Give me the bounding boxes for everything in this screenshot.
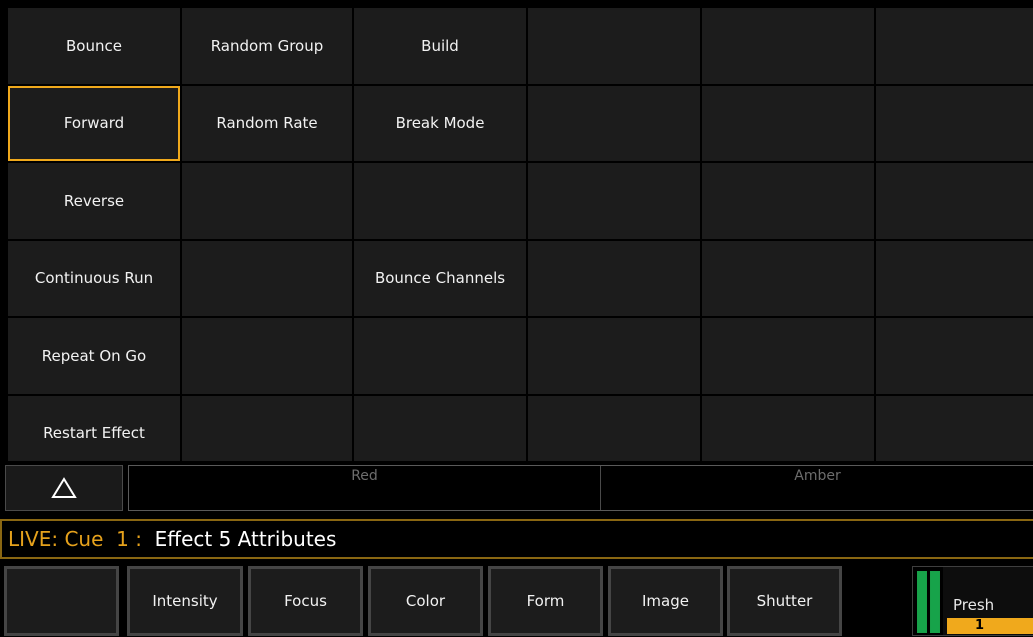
cell-label: Random Rate bbox=[216, 114, 318, 133]
cell-label: Reverse bbox=[63, 191, 125, 210]
effect-button-random-group[interactable]: Random Group bbox=[182, 8, 352, 84]
cell-label: Break Mode bbox=[395, 114, 485, 133]
empty-cell[interactable] bbox=[182, 395, 352, 471]
softkey-intensity-label: Intensity bbox=[152, 592, 218, 610]
preset-panel[interactable]: Presh 1 bbox=[943, 567, 1033, 635]
softkey-shutter-label: Shutter bbox=[756, 592, 813, 610]
softkey-color[interactable]: Color bbox=[368, 566, 483, 636]
preset-fader[interactable]: Presh 1 bbox=[912, 566, 1033, 636]
empty-cell[interactable] bbox=[354, 395, 526, 471]
encoder-amber-label: Amber bbox=[794, 468, 841, 484]
command-line[interactable]: LIVE: Cue 1 : Effect 5 Attributes bbox=[0, 519, 1033, 559]
softkey-focus[interactable]: Focus bbox=[248, 566, 363, 636]
cell-label: Bounce bbox=[66, 36, 122, 55]
empty-cell[interactable] bbox=[702, 240, 874, 316]
command-line-live: LIVE: Cue 1 : bbox=[8, 527, 155, 551]
empty-cell[interactable] bbox=[182, 318, 352, 394]
command-line-description: Effect 5 Attributes bbox=[154, 527, 337, 551]
effect-attributes-grid: Bounce Random Group Build Forward Random Rat… bbox=[8, 8, 1033, 471]
empty-cell[interactable] bbox=[528, 163, 700, 239]
softkey-bar: Intensity Focus Color Form Image Shutter… bbox=[0, 563, 1033, 637]
empty-cell[interactable] bbox=[702, 395, 874, 471]
effect-button-build[interactable]: Build bbox=[354, 8, 526, 84]
cell-label: Continuous Run bbox=[34, 269, 154, 288]
empty-cell[interactable] bbox=[528, 395, 700, 471]
empty-cell[interactable] bbox=[702, 8, 874, 84]
fader-level-fill bbox=[931, 572, 939, 632]
fader-level-bar bbox=[930, 571, 940, 633]
empty-cell[interactable] bbox=[702, 318, 874, 394]
empty-cell[interactable] bbox=[876, 8, 1033, 84]
effect-button-reverse[interactable]: Reverse bbox=[8, 163, 180, 239]
softkey-focus-label: Focus bbox=[284, 592, 327, 610]
softkey-form[interactable]: Form bbox=[488, 566, 603, 636]
softkey-form-label: Form bbox=[526, 592, 565, 610]
encoder-red-label: Red bbox=[351, 468, 378, 484]
fader-level-bar bbox=[917, 571, 927, 633]
empty-cell[interactable] bbox=[876, 85, 1033, 161]
cell-label: Build bbox=[421, 36, 459, 55]
encoder-row: Red Amber bbox=[0, 461, 1033, 515]
effect-button-continuous-run[interactable]: Continuous Run bbox=[8, 240, 180, 316]
triangle-up-icon bbox=[51, 477, 77, 498]
effect-button-break-mode[interactable]: Break Mode bbox=[354, 85, 526, 161]
softkey-shutter[interactable]: Shutter bbox=[727, 566, 842, 636]
empty-cell[interactable] bbox=[182, 240, 352, 316]
empty-cell[interactable] bbox=[876, 240, 1033, 316]
empty-cell[interactable] bbox=[528, 85, 700, 161]
effect-button-repeat-on-go[interactable]: Repeat On Go bbox=[8, 318, 180, 394]
empty-cell[interactable] bbox=[876, 318, 1033, 394]
softkey-intensity[interactable]: Intensity bbox=[127, 566, 243, 636]
empty-cell[interactable] bbox=[354, 318, 526, 394]
empty-cell[interactable] bbox=[182, 163, 352, 239]
empty-cell[interactable] bbox=[528, 240, 700, 316]
empty-cell[interactable] bbox=[528, 318, 700, 394]
softkey-image[interactable]: Image bbox=[608, 566, 723, 636]
effect-button-bounce[interactable]: Bounce bbox=[8, 8, 180, 84]
empty-cell[interactable] bbox=[702, 163, 874, 239]
softkey-blank[interactable] bbox=[4, 566, 119, 636]
cell-label: Repeat On Go bbox=[41, 346, 147, 365]
preset-number-badge: 1 bbox=[947, 618, 1033, 634]
preset-label: Presh bbox=[953, 596, 995, 614]
effect-button-bounce-channels[interactable]: Bounce Channels bbox=[354, 240, 526, 316]
empty-cell[interactable] bbox=[702, 85, 874, 161]
cell-label: Bounce Channels bbox=[374, 269, 506, 288]
empty-cell[interactable] bbox=[354, 163, 526, 239]
effect-button-restart-effect[interactable]: Restart Effect bbox=[8, 395, 180, 471]
effect-button-random-rate[interactable]: Random Rate bbox=[182, 85, 352, 161]
cell-label: Random Group bbox=[210, 36, 324, 55]
encoder-red[interactable]: Red bbox=[129, 466, 601, 510]
cell-label: Restart Effect bbox=[43, 424, 145, 443]
encoder-strip: Red Amber bbox=[128, 465, 1033, 511]
empty-cell[interactable] bbox=[528, 8, 700, 84]
empty-cell[interactable] bbox=[876, 395, 1033, 471]
effect-button-forward[interactable]: Forward bbox=[8, 85, 180, 161]
softkey-image-label: Image bbox=[642, 592, 689, 610]
empty-cell[interactable] bbox=[876, 163, 1033, 239]
fader-level-fill bbox=[918, 572, 926, 632]
cell-label: Forward bbox=[63, 114, 125, 133]
page-up-button[interactable] bbox=[5, 465, 123, 511]
encoder-amber[interactable]: Amber bbox=[601, 466, 1033, 510]
softkey-color-label: Color bbox=[405, 592, 446, 610]
